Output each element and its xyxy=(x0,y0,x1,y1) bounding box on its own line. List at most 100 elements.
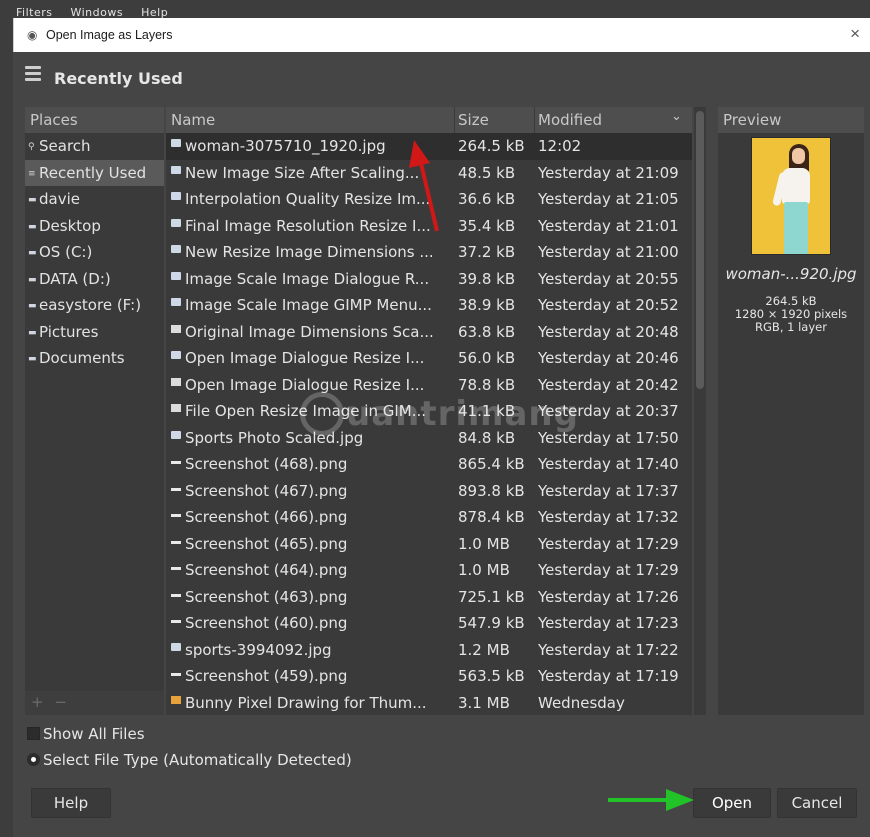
expander-icon[interactable] xyxy=(27,753,40,766)
file-size: 563.5 kB xyxy=(458,667,525,685)
file-row[interactable]: Screenshot (464).png 1.0 MB Yesterday at 1… xyxy=(166,557,692,584)
recent-icon: ≡ xyxy=(28,168,36,179)
file-size: 37.2 kB xyxy=(458,243,516,261)
sidebar-item-data-d[interactable]: ▬ DATA (D:) xyxy=(25,266,164,293)
file-name: Bunny Pixel Drawing for Thum... xyxy=(185,693,427,712)
file-modified: Yesterday at 20:37 xyxy=(538,402,679,420)
sidebar-item-pictures[interactable]: ▬ Pictures xyxy=(25,319,164,346)
sidebar-item-recently-used[interactable]: ≡ Recently Used xyxy=(25,159,164,186)
file-row[interactable]: Open Image Dialogue Resize I... 56.0 kB Ye… xyxy=(166,345,692,372)
column-name[interactable]: Name xyxy=(171,111,215,129)
sidebar-item-easystore-f[interactable]: ▬ easystore (F:) xyxy=(25,292,164,319)
file-row[interactable]: Sports Photo Scaled.jpg 84.8 kB Yesterday … xyxy=(166,425,692,452)
show-all-files-toggle[interactable]: Show All Files xyxy=(27,725,145,743)
file-name: Sports Photo Scaled.jpg xyxy=(185,428,364,447)
help-button[interactable]: Help xyxy=(31,788,111,818)
file-row[interactable]: Screenshot (463).png 725.1 kB Yesterday at… xyxy=(166,584,692,611)
file-size: 547.9 kB xyxy=(458,614,525,632)
file-name: Open Image Dialogue Resize I... xyxy=(185,349,425,367)
file-size: 84.8 kB xyxy=(458,428,516,447)
file-size: 878.4 kB xyxy=(458,508,525,526)
preview-info: 264.5 kB 1280 × 1920 pixels RGB, 1 layer xyxy=(718,295,864,334)
sidebar-item-search[interactable]: ⚲ Search xyxy=(25,133,164,160)
file-modified: Yesterday at 17:23 xyxy=(538,614,679,632)
file-row[interactable]: Interpolation Quality Resize Im... 36.6 k… xyxy=(166,186,692,213)
places-footer: + − xyxy=(25,691,164,715)
file-row[interactable]: Open Image Dialogue Resize I... 78.8 kB Ye… xyxy=(166,372,692,399)
file-row[interactable]: Image Scale Image GIMP Menu... 38.9 kB Yes… xyxy=(166,292,692,319)
folder-icon: ▬ xyxy=(28,195,37,205)
file-row[interactable]: Screenshot (460).png 547.9 kB Yesterday at… xyxy=(166,610,692,637)
folder-icon: ▬ xyxy=(28,221,37,232)
dialog-title: Open Image as Layers xyxy=(46,28,173,42)
file-size: 78.8 kB xyxy=(458,375,516,394)
file-list: Name Size Modified ⌄ woman-3075710_1920.… xyxy=(166,107,692,715)
file-row[interactable]: sports-3994092.jpg 1.2 MB Yesterday at 17:… xyxy=(166,637,692,664)
file-modified: Yesterday at 20:46 xyxy=(538,349,679,367)
file-row[interactable]: Image Scale Image Dialogue R... 39.8 kB Ye… xyxy=(166,266,692,293)
file-name: File Open Resize Image in GIM... xyxy=(185,402,427,420)
file-modified: Yesterday at 20:48 xyxy=(538,322,679,341)
png-file-icon xyxy=(171,514,181,517)
column-modified[interactable]: Modified xyxy=(538,111,602,129)
file-row[interactable]: Screenshot (468).png 865.4 kB Yesterday at… xyxy=(166,451,692,478)
file-row[interactable]: New Image Size After Scaling... 48.5 kB Ye… xyxy=(166,160,692,187)
sort-chevron-down-icon[interactable]: ⌄ xyxy=(671,109,682,124)
file-name: Interpolation Quality Resize Im... xyxy=(185,190,431,208)
file-size: 36.6 kB xyxy=(458,190,516,208)
file-row[interactable]: Screenshot (459).png 563.5 kB Yesterday at… xyxy=(166,663,692,690)
file-name: Original Image Dimensions Sca... xyxy=(185,322,434,341)
file-name: Screenshot (459).png xyxy=(185,667,348,685)
column-size[interactable]: Size xyxy=(458,111,489,129)
image-file-icon xyxy=(171,430,181,439)
close-icon[interactable]: × xyxy=(850,24,860,44)
show-all-files-checkbox[interactable] xyxy=(27,727,40,740)
image-file-icon xyxy=(171,192,181,200)
sidebar-item-label: davie xyxy=(39,190,80,208)
sidebar-item-label: Pictures xyxy=(39,322,99,341)
file-size: 1.2 MB xyxy=(458,640,510,659)
bg-menu-filters[interactable]: Filters xyxy=(16,6,52,18)
file-row[interactable]: Screenshot (467).png 893.8 kB Yesterday at… xyxy=(166,478,692,505)
image-file-icon xyxy=(171,245,181,253)
remove-bookmark-button[interactable]: − xyxy=(54,693,67,711)
add-bookmark-button[interactable]: + xyxy=(31,693,44,711)
file-list-scrollbar[interactable] xyxy=(694,107,706,715)
recent-documents-icon xyxy=(25,66,41,84)
file-size: 35.4 kB xyxy=(458,216,516,235)
bg-menu-help[interactable]: Help xyxy=(141,6,168,18)
preview-mode: RGB, 1 layer xyxy=(755,320,827,334)
file-modified: Yesterday at 17:37 xyxy=(538,481,679,500)
file-modified: Yesterday at 17:19 xyxy=(538,667,679,685)
file-row[interactable]: New Resize Image Dimensions ... 37.2 kB Ye… xyxy=(166,239,692,266)
sidebar-item-os-c[interactable]: ▬ OS (C:) xyxy=(25,239,164,266)
file-row[interactable]: Original Image Dimensions Sca... 63.8 kB Y… xyxy=(166,319,692,346)
sidebar-item-davie[interactable]: ▬ davie xyxy=(25,186,164,213)
file-row[interactable]: File Open Resize Image in GIM... 41.1 kB Y… xyxy=(166,398,692,425)
file-size: 41.1 kB xyxy=(458,402,516,420)
bg-menu-windows[interactable]: Windows xyxy=(70,6,123,18)
file-row[interactable]: Screenshot (466).png 878.4 kB Yesterday at… xyxy=(166,504,692,531)
gimp-wilber-icon: ◉ xyxy=(27,28,38,42)
image-file-icon xyxy=(171,377,181,386)
file-row[interactable]: Screenshot (465).png 1.0 MB Yesterday at 1… xyxy=(166,531,692,558)
cancel-button[interactable]: Cancel xyxy=(777,788,857,818)
file-size: 1.0 MB xyxy=(458,561,510,579)
file-modified: Yesterday at 17:40 xyxy=(538,455,679,473)
file-name: Final Image Resolution Resize I... xyxy=(185,216,431,235)
file-row[interactable]: Final Image Resolution Resize I... 35.4 k… xyxy=(166,213,692,240)
open-button[interactable]: Open xyxy=(693,788,771,818)
file-row[interactable]: woman-3075710_1920.jpg 264.5 kB 12:02 xyxy=(166,133,692,160)
image-file-icon xyxy=(171,642,181,651)
sidebar-item-documents[interactable]: ▬ Documents xyxy=(25,345,164,372)
scrollbar-thumb[interactable] xyxy=(696,111,704,389)
places-header[interactable]: Places xyxy=(25,107,164,133)
search-icon: ⚲ xyxy=(28,142,35,152)
location-title: Recently Used xyxy=(54,69,183,88)
file-type-expander[interactable]: Select File Type (Automatically Detected… xyxy=(27,751,352,769)
file-size: 893.8 kB xyxy=(458,481,525,500)
file-name: sports-3994092.jpg xyxy=(185,640,332,659)
sidebar-item-desktop[interactable]: ▬ Desktop xyxy=(25,213,164,240)
file-modified: 12:02 xyxy=(538,137,582,155)
file-row[interactable]: Bunny Pixel Drawing for Thum... 3.1 MB Wed… xyxy=(166,690,692,716)
